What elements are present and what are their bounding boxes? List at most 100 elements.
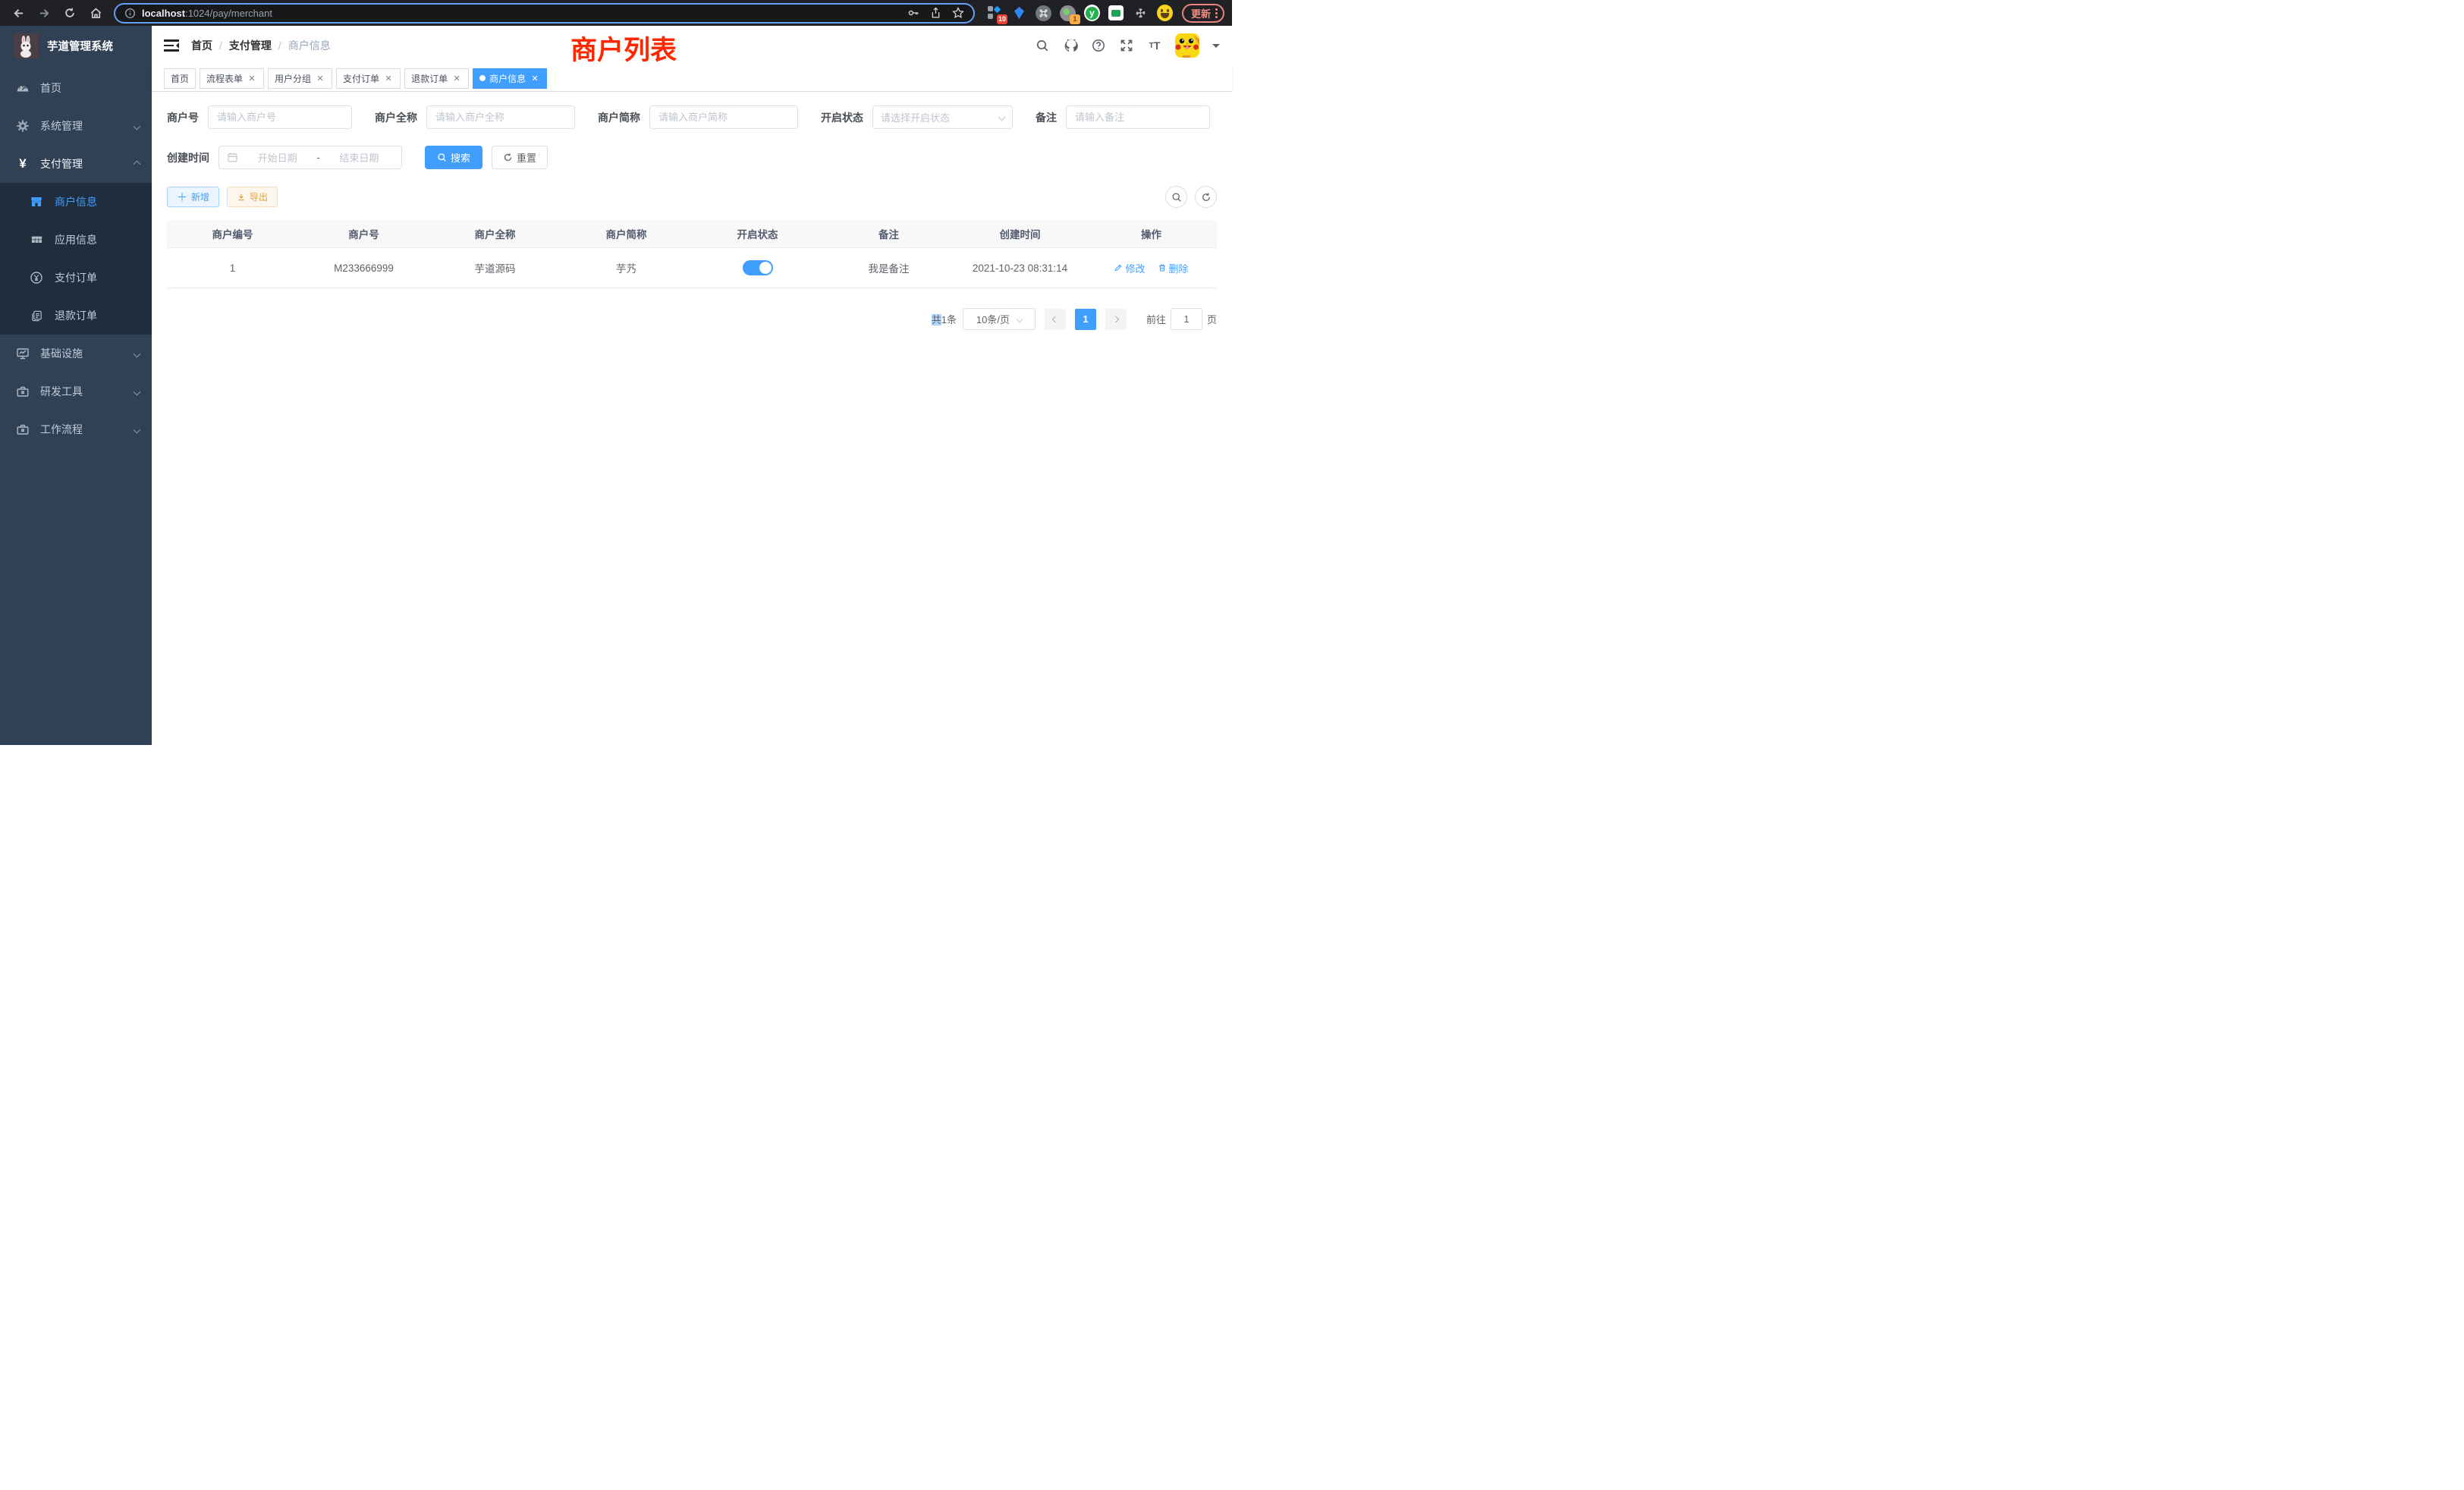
shop-icon (29, 195, 44, 209)
calendar-icon (227, 152, 238, 163)
tab-home[interactable]: 首页 (164, 68, 196, 89)
address-bar[interactable]: localhost:1024/pay/merchant (114, 3, 975, 24)
sidebar-item-infrastructure[interactable]: 基础设施 (0, 335, 152, 372)
breadcrumb-separator: / (278, 39, 281, 52)
tab-refund-order[interactable]: 退款订单 ✕ (404, 68, 469, 89)
next-page-button[interactable] (1105, 309, 1127, 330)
export-button[interactable]: 导出 (227, 187, 278, 207)
reset-button[interactable]: 重置 (492, 146, 548, 169)
breadcrumb-home[interactable]: 首页 (191, 38, 212, 53)
search-button[interactable]: 搜索 (425, 146, 482, 169)
sidebar-item-label: 基础设施 (40, 346, 134, 361)
page-1-button[interactable]: 1 (1075, 309, 1096, 330)
help-icon[interactable] (1091, 38, 1106, 53)
browser-menu-icon[interactable] (1215, 8, 1218, 18)
extension-chat-icon[interactable] (1108, 5, 1124, 21)
trash-icon (1158, 263, 1167, 272)
sidebar-item-app-info[interactable]: 应用信息 (0, 221, 152, 259)
sidebar-item-label: 研发工具 (40, 384, 134, 399)
prev-page-button[interactable] (1045, 309, 1066, 330)
tab-user-group[interactable]: 用户分组 ✕ (268, 68, 332, 89)
cell-merchant-no: M233666999 (298, 248, 429, 288)
full-name-input[interactable] (426, 105, 575, 129)
close-icon[interactable]: ✕ (451, 73, 462, 83)
close-icon[interactable]: ✕ (315, 73, 325, 83)
extension-command-icon[interactable] (1036, 5, 1051, 21)
gear-icon (15, 119, 30, 133)
close-icon[interactable]: ✕ (383, 73, 394, 83)
merchant-no-input[interactable] (208, 105, 352, 129)
tab-process-form[interactable]: 流程表单 ✕ (200, 68, 264, 89)
grid-icon (29, 234, 44, 247)
status-toggle[interactable] (743, 260, 773, 275)
extension-dot-icon[interactable]: 1 (1060, 5, 1076, 21)
cell-actions: 修改 删除 (1086, 248, 1217, 288)
extension-y-icon[interactable]: y (1084, 5, 1100, 21)
sidebar-item-refund-order[interactable]: 退款订单 (0, 297, 152, 335)
avatar-caret-down-icon[interactable] (1212, 44, 1220, 52)
url-text[interactable]: localhost:1024/pay/merchant (142, 8, 901, 19)
col-remark: 备注 (823, 220, 954, 247)
sidebar-item-workflow[interactable]: 工作流程 (0, 410, 152, 448)
active-tab-dot (479, 75, 486, 81)
breadcrumb-payment[interactable]: 支付管理 (229, 38, 272, 53)
sidebar-collapse-icon[interactable] (164, 39, 179, 52)
tab-pay-order[interactable]: 支付订单 ✕ (336, 68, 401, 89)
refresh-button[interactable] (1195, 186, 1217, 208)
password-key-icon[interactable] (907, 7, 919, 19)
site-info-icon[interactable] (124, 8, 136, 19)
close-icon[interactable]: ✕ (530, 73, 540, 83)
share-icon[interactable] (930, 7, 941, 19)
yen-circle-icon (29, 271, 44, 284)
chrome-update-button[interactable]: 更新 (1182, 4, 1224, 23)
toolbox-icon (15, 385, 30, 398)
goto-page-input[interactable] (1171, 308, 1202, 330)
sidebar-item-merchant-info[interactable]: 商户信息 (0, 183, 152, 221)
user-avatar[interactable] (1175, 33, 1199, 58)
edit-link[interactable]: 修改 (1114, 261, 1145, 275)
font-size-icon[interactable]: TT (1147, 38, 1162, 53)
total-prefix: 共 (932, 314, 941, 325)
toggle-search-button[interactable] (1165, 186, 1187, 208)
profile-emoji-icon[interactable] (1157, 5, 1173, 21)
short-name-label: 商户简称 (598, 110, 640, 125)
browser-home-icon[interactable] (85, 2, 106, 24)
browser-forward-icon[interactable] (33, 2, 55, 24)
cell-status (692, 248, 823, 288)
extensions-puzzle-icon[interactable] (1133, 5, 1149, 21)
remark-input[interactable] (1066, 105, 1210, 129)
app-logo-row[interactable]: 芋道管理系统 (0, 26, 152, 65)
sidebar-item-dev-tools[interactable]: 研发工具 (0, 372, 152, 410)
page-annotation-title: 商户列表 (570, 29, 677, 68)
extension-blocks-icon[interactable]: 10 (987, 5, 1003, 21)
sidebar-item-pay-order[interactable]: 支付订单 (0, 259, 152, 297)
fullscreen-icon[interactable] (1119, 38, 1134, 53)
sidebar-item-payment[interactable]: ¥ 支付管理 (0, 145, 152, 183)
create-time-range-input[interactable]: 开始日期 - 结束日期 (218, 146, 402, 169)
sidebar: 芋道管理系统 首页 系统管理 ¥ 支付管理 (0, 26, 152, 745)
tab-merchant-info[interactable]: 商户信息 ✕ (473, 68, 547, 89)
sidebar-item-home[interactable]: 首页 (0, 69, 152, 107)
add-button[interactable]: ＋ 新增 (167, 187, 219, 207)
sidebar-item-system[interactable]: 系统管理 (0, 107, 152, 145)
full-name-label: 商户全称 (375, 110, 417, 125)
browser-reload-icon[interactable] (59, 2, 80, 24)
merchant-table: 商户编号 商户号 商户全称 商户简称 开启状态 备注 创建时间 操作 1 M23… (167, 220, 1217, 288)
top-navbar: 首页 / 支付管理 / 商户信息 商户列表 TT (152, 26, 1232, 65)
bookmark-star-icon[interactable] (952, 7, 964, 19)
create-time-label: 创建时间 (167, 150, 209, 165)
delete-link[interactable]: 删除 (1158, 261, 1189, 275)
page-size-select[interactable]: 10条/页 (963, 308, 1036, 330)
browser-back-icon[interactable] (8, 2, 29, 24)
sidebar-item-label: 工作流程 (40, 422, 134, 437)
close-icon[interactable]: ✕ (247, 73, 257, 83)
status-select[interactable]: 请选择开启状态 (872, 105, 1013, 129)
short-name-input[interactable] (649, 105, 798, 129)
github-icon[interactable] (1063, 38, 1078, 53)
chevron-down-icon (134, 388, 141, 395)
sidebar-item-label: 支付管理 (40, 156, 134, 171)
search-icon[interactable] (1035, 38, 1050, 53)
col-merchant-no: 商户号 (298, 220, 429, 247)
extension-kite-icon[interactable] (1011, 5, 1027, 21)
chevron-down-icon (134, 426, 141, 433)
